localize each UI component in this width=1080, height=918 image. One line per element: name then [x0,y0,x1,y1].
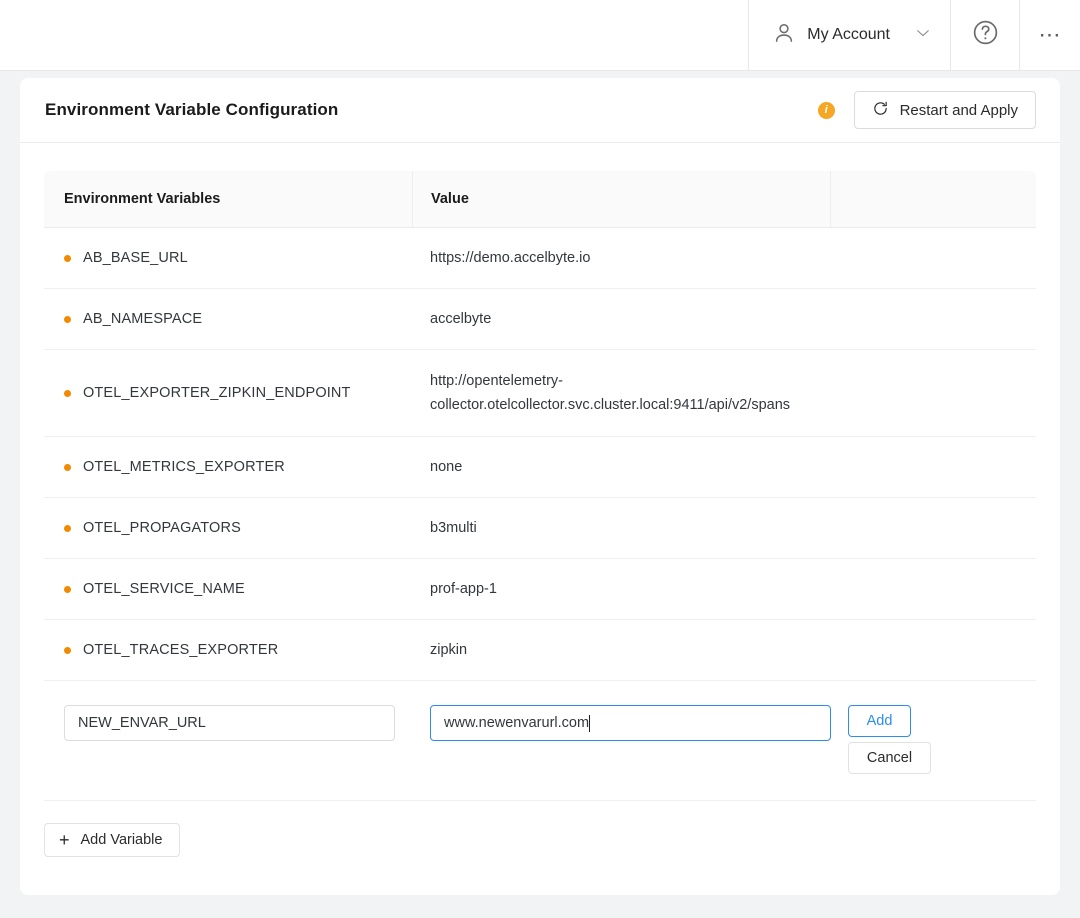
account-menu[interactable]: My Account [748,0,950,70]
variable-name: AB_NAMESPACE [83,311,203,327]
new-variable-actions: Add Cancel [830,705,1036,774]
bullet-icon [64,389,71,397]
chevron-down-icon [914,24,932,47]
table-row: OTEL_SERVICE_NAME prof-app-1 [44,559,1036,620]
help-circle-icon [971,18,1000,52]
column-header-name: Environment Variables [64,191,221,207]
variable-name: OTEL_PROPAGATORS [83,520,241,536]
new-variable-row: NEW_ENVAR_URL www.newenvarurl.com Add Ca… [44,681,1036,801]
table-cell-name: AB_BASE_URL [44,250,412,266]
restart-and-apply-button[interactable]: Restart and Apply [853,91,1036,129]
variable-value: b3multi [430,520,477,536]
variable-value: accelbyte [430,311,492,327]
variable-value: http://opentelemetry-collector.otelcolle… [430,373,791,413]
page-title: Environment Variable Configuration [45,100,339,119]
env-var-card: Environment Variable Configuration i Res… [20,78,1060,895]
variable-name: OTEL_SERVICE_NAME [83,581,245,597]
table-row: OTEL_PROPAGATORS b3multi [44,498,1036,559]
plus-icon: + [59,830,70,850]
bullet-icon [64,254,71,262]
bullet-icon [64,524,71,532]
variable-name: OTEL_METRICS_EXPORTER [83,459,285,475]
ellipsis-icon: ⋯ [1038,22,1062,47]
env-var-table: Environment Variables Value AB_BASE_URL … [20,143,1060,857]
variable-value: https://demo.accelbyte.io [430,250,591,266]
new-variable-name-input[interactable]: NEW_ENVAR_URL [64,705,395,741]
card-header: Environment Variable Configuration i Res… [20,78,1060,143]
table-row: OTEL_EXPORTER_ZIPKIN_ENDPOINT http://ope… [44,350,1036,437]
bullet-icon [64,315,71,323]
table-cell-name: OTEL_TRACES_EXPORTER [44,642,412,658]
table-cell-name: OTEL_EXPORTER_ZIPKIN_ENDPOINT [44,385,412,401]
table-row: OTEL_TRACES_EXPORTER zipkin [44,620,1036,681]
add-button[interactable]: Add [848,705,911,737]
bullet-icon [64,585,71,593]
variable-value: zipkin [430,642,468,658]
text-cursor [589,714,591,732]
table-header-actions-cell [830,171,1036,227]
cancel-button[interactable]: Cancel [848,742,931,774]
new-variable-value-input[interactable]: www.newenvarurl.com [430,705,831,741]
table-footer: + Add Variable [44,801,1036,857]
table-row: AB_BASE_URL https://demo.accelbyte.io [44,228,1036,289]
new-variable-value-wrap: www.newenvarurl.com [412,705,831,741]
variable-name: OTEL_EXPORTER_ZIPKIN_ENDPOINT [83,385,351,401]
restart-and-apply-label: Restart and Apply [899,101,1018,119]
info-icon[interactable]: i [817,101,835,119]
variable-value: none [430,459,463,475]
bullet-icon [64,646,71,654]
table-cell-name: OTEL_METRICS_EXPORTER [44,459,412,475]
table-header-value-cell: Value [412,171,830,227]
variable-name: AB_BASE_URL [83,250,188,266]
bullet-icon [64,463,71,471]
more-options-button[interactable]: ⋯ [1020,0,1080,70]
help-button[interactable] [950,0,1020,70]
account-label: My Account [807,26,890,43]
person-icon [771,20,797,51]
card-header-actions: i Restart and Apply [817,91,1036,129]
variable-value: prof-app-1 [430,581,497,597]
refresh-icon [872,100,889,121]
table-header-row: Environment Variables Value [44,171,1036,228]
add-variable-button[interactable]: + Add Variable [44,823,181,857]
table-cell-name: AB_NAMESPACE [44,311,412,327]
new-variable-value-text: www.newenvarurl.com [444,715,590,731]
table-cell-name: OTEL_PROPAGATORS [44,520,412,536]
column-header-value: Value [431,191,469,207]
table-row: OTEL_METRICS_EXPORTER none [44,437,1036,498]
variable-name: OTEL_TRACES_EXPORTER [83,642,279,658]
table-row: AB_NAMESPACE accelbyte [44,289,1036,350]
top-bar: My Account ⋯ [0,0,1080,71]
table-header-name-cell: Environment Variables [44,171,412,227]
add-variable-label: Add Variable [80,832,163,848]
table-cell-name: OTEL_SERVICE_NAME [44,581,412,597]
new-variable-name-wrap: NEW_ENVAR_URL [44,705,412,741]
